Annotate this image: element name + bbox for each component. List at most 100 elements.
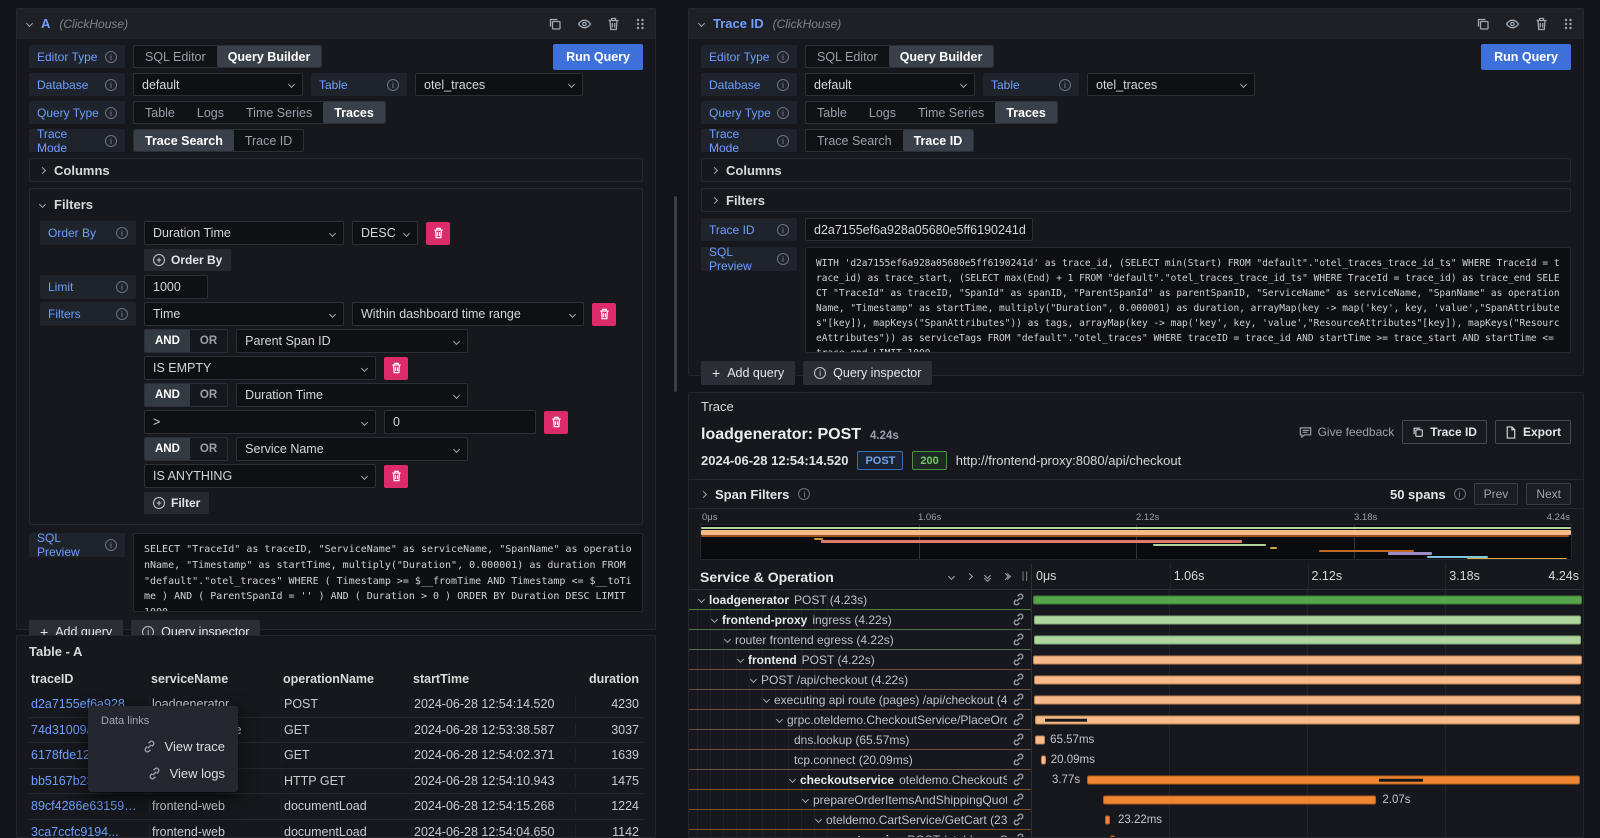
and-option[interactable]: AND [145,330,190,352]
remove-filter-button[interactable] [384,465,408,488]
give-feedback-button[interactable]: Give feedback [1299,425,1395,439]
link-icon[interactable] [1012,633,1025,646]
chevron-down-icon[interactable] [789,776,796,783]
or-option[interactable]: OR [190,384,227,406]
trace-mode-toggle[interactable]: Trace SearchTrace ID [133,129,304,152]
query-type-traces[interactable]: Traces [323,102,385,123]
link-icon[interactable] [1012,733,1025,746]
run-query-button[interactable]: Run Query [1481,44,1571,70]
info-icon[interactable]: i [777,51,789,63]
and-or-toggle[interactable]: ANDOR [144,329,228,353]
sql-editor-option[interactable]: SQL Editor [134,46,217,67]
span-row[interactable]: router frontend egress (4.22s) [689,630,1583,650]
span-bar[interactable] [1105,816,1110,825]
link-icon[interactable] [1012,653,1025,666]
view-trace-link[interactable]: View trace [88,733,238,760]
expand-all-icon[interactable] [1003,574,1010,579]
table-select[interactable]: otel_traces [1087,73,1255,96]
link-icon[interactable] [1012,693,1025,706]
info-icon[interactable]: i [105,135,117,147]
span-row[interactable]: executing api route (pages) /api/checkou… [689,690,1583,710]
trace-id-button[interactable]: Trace ID [1402,420,1487,444]
filter-field-select-service[interactable]: Service Name [236,437,468,461]
col-traceid[interactable]: traceID [29,672,149,686]
info-icon[interactable]: i [1454,488,1466,500]
panel-header-trace-id[interactable]: Trace ID (ClickHouse) [689,9,1583,39]
info-icon[interactable]: i [777,135,789,147]
info-icon[interactable]: i [798,488,810,500]
trash-icon[interactable] [607,17,620,31]
collapse-chevron-icon[interactable] [698,20,705,27]
filter-time-field-select[interactable]: Time [144,302,344,326]
or-option[interactable]: OR [190,438,227,460]
span-bar[interactable] [1033,656,1582,665]
query-inspector-button[interactable]: iQuery inspector [803,361,932,385]
eye-icon[interactable] [577,17,592,31]
columns-section[interactable]: Columns [29,158,643,182]
filter-time-value-select[interactable]: Within dashboard time range [352,302,584,326]
link-icon[interactable] [1012,753,1025,766]
span-bar[interactable] [1035,736,1045,745]
span-row[interactable]: cartservicePOST /oteldemo.CartService/Ge… [689,830,1583,838]
info-icon[interactable]: i [105,79,117,91]
filter-value-input[interactable]: 0 [384,410,536,434]
and-or-toggle[interactable]: ANDOR [144,383,228,407]
eye-icon[interactable] [1505,17,1520,31]
panel-header-a[interactable]: A (ClickHouse) [17,9,655,39]
info-icon[interactable]: i [116,308,128,320]
export-button[interactable]: Export [1495,420,1571,444]
span-row[interactable]: grpc.oteldemo.CheckoutService/PlaceOrder… [689,710,1583,730]
info-icon[interactable]: i [777,253,789,265]
link-icon[interactable] [1012,833,1025,838]
remove-filter-button[interactable] [544,411,568,434]
trace-id-option[interactable]: Trace ID [234,130,303,151]
database-select[interactable]: default [133,73,303,96]
trace-mode-toggle[interactable]: Trace SearchTrace ID [805,129,974,152]
span-row[interactable]: POST /api/checkout (4.22s) [689,670,1583,690]
remove-filter-button[interactable] [384,357,408,380]
run-query-button[interactable]: Run Query [553,44,643,70]
drag-handle-icon[interactable] [635,17,645,31]
trace-search-option[interactable]: Trace Search [134,130,234,151]
order-by-direction-select[interactable]: DESC [352,221,418,245]
info-icon[interactable]: i [116,281,128,293]
col-operationname[interactable]: operationName [281,672,411,686]
info-icon[interactable]: i [777,79,789,91]
limit-input[interactable]: 1000 [144,275,208,299]
query-type-table[interactable]: Table [134,102,186,123]
chevron-down-icon[interactable] [711,616,718,623]
query-builder-option[interactable]: Query Builder [889,46,994,67]
filter-op-select-is-empty[interactable]: IS EMPTY [144,356,376,380]
info-icon[interactable]: i [116,227,128,239]
col-starttime[interactable]: startTime [411,672,575,686]
link-icon[interactable] [1012,613,1025,626]
info-icon[interactable]: i [387,79,399,91]
span-row[interactable]: tcp.connect (20.09ms) 20.09ms [689,750,1583,770]
trace-id-link[interactable]: 3ca7ccfc9194... [29,825,149,838]
col-duration[interactable]: duration [575,672,643,686]
chevron-down-icon[interactable] [724,636,731,643]
sql-editor-option[interactable]: SQL Editor [806,46,889,67]
trace-id-link[interactable]: 89cf4286e631591b4... [29,799,149,813]
query-type-logs[interactable]: Logs [858,102,907,123]
link-icon[interactable] [1012,773,1025,786]
collapse-all-icon[interactable] [985,573,990,581]
query-builder-option[interactable]: Query Builder [217,46,322,67]
filter-op-select-gt[interactable]: > [144,410,376,434]
column-resize-handle[interactable]: || [1022,571,1029,582]
span-filters-label[interactable]: Span Filters [715,487,789,502]
query-type-timeseries[interactable]: Time Series [235,102,323,123]
chevron-down-icon[interactable] [737,656,744,663]
span-bar[interactable] [1034,616,1582,625]
span-row[interactable]: frontendPOST (4.22s) [689,650,1583,670]
collapse-one-icon[interactable] [948,573,955,580]
col-servicename[interactable]: serviceName [149,672,281,686]
drag-handle-icon[interactable] [1563,17,1573,31]
add-order-by-button[interactable]: +Order By [144,249,231,271]
trace-search-option[interactable]: Trace Search [806,130,903,151]
query-type-logs[interactable]: Logs [186,102,235,123]
span-row[interactable]: prepareOrderItemsAndShippingQuoteFromCar… [689,790,1583,810]
span-bar[interactable] [1035,716,1580,725]
span-row[interactable]: oteldemo.CartService/GetCart (23.22ms) 2… [689,810,1583,830]
chevron-down-icon[interactable] [776,716,783,723]
